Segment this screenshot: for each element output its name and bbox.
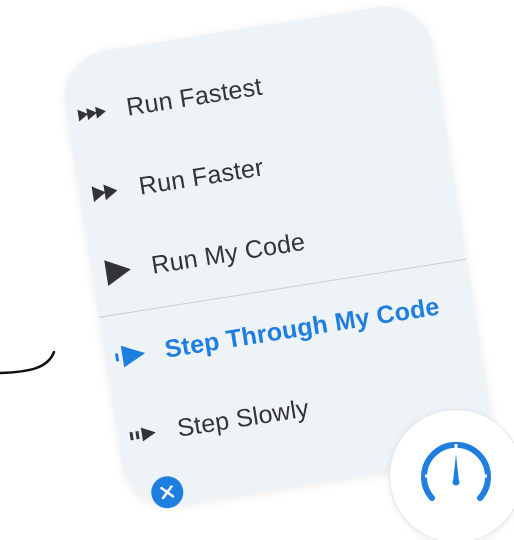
double-play-icon xyxy=(78,179,132,205)
speed-control-button[interactable] xyxy=(390,410,514,540)
step-slowly-icon xyxy=(117,422,171,446)
close-icon xyxy=(160,485,175,500)
menu-item-label: Run Faster xyxy=(136,152,266,201)
play-icon xyxy=(90,253,146,289)
triple-play-icon xyxy=(66,102,120,124)
menu-item-label: Run Fastest xyxy=(124,72,265,122)
playground-speed-screen: Run Fastest Run Faster Run My Code Step … xyxy=(0,0,514,540)
speedometer-icon xyxy=(421,441,491,501)
menu-item-label: Step Through My Code xyxy=(162,292,442,364)
menu-item-label: Run My Code xyxy=(149,227,307,280)
step-through-icon xyxy=(104,339,159,371)
menu-item-label: Step Slowly xyxy=(175,393,311,443)
close-button[interactable] xyxy=(148,473,186,511)
